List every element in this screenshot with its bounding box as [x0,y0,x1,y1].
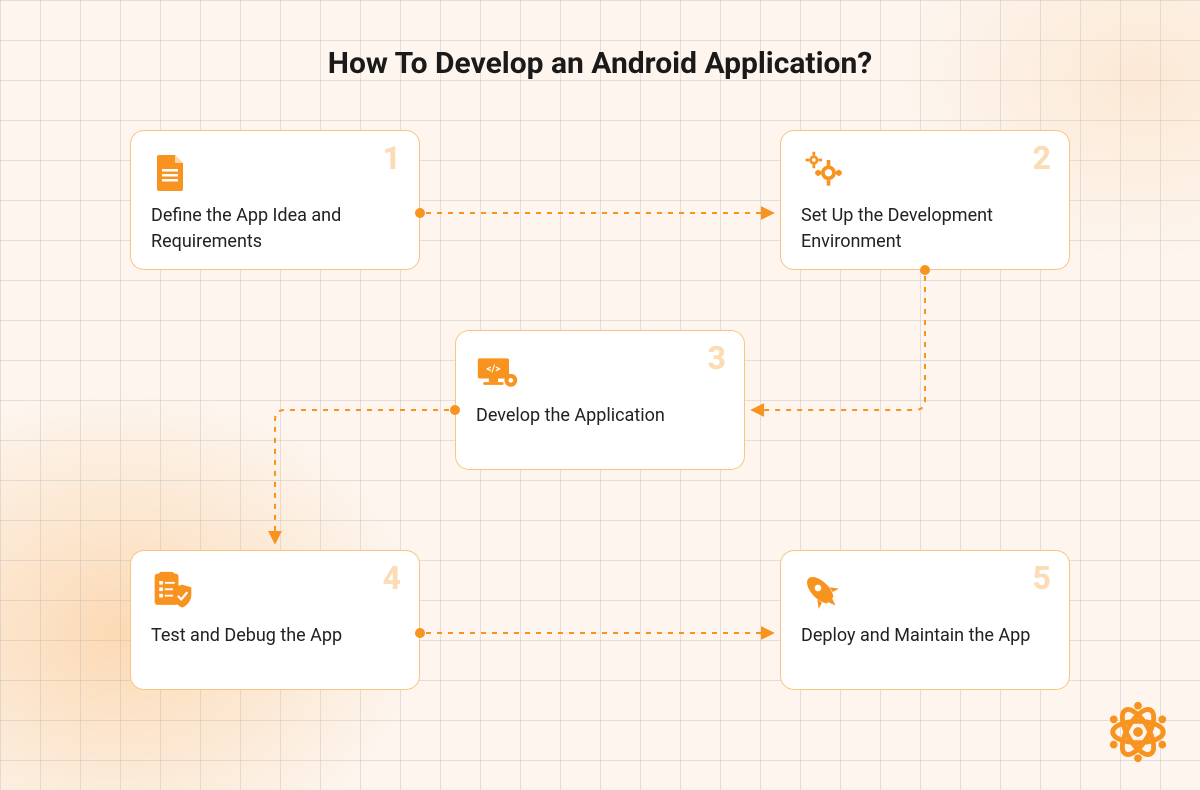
svg-text:</>: </> [486,364,500,375]
step-number: 5 [1033,559,1051,597]
gears-icon [801,149,845,193]
step-number: 3 [708,339,726,377]
step-label: Deploy and Maintain the App [801,623,1049,649]
dev-screen-icon: </> [476,349,520,393]
step-card-2: 2 Set Up the Development E [780,130,1070,270]
step-label: Define the App Idea and Requirements [151,203,399,255]
test-shield-icon [151,569,195,613]
rocket-icon [801,569,845,613]
step-number: 2 [1033,139,1051,177]
document-icon [151,149,195,193]
diagram-title: How To Develop an Android Application? [0,46,1200,81]
step-number: 4 [383,559,401,597]
step-label: Test and Debug the App [151,623,399,649]
step-card-1: 1 Define the App Idea and Requirements [130,130,420,270]
brand-logo-icon [1104,698,1172,766]
step-label: Develop the Application [476,403,724,429]
step-card-5: 5 Deploy and Maintain the App [780,550,1070,690]
step-card-3: 3 </> Develop the Application [455,330,745,470]
step-number: 1 [383,139,401,177]
step-label: Set Up the Development Environment [801,203,1049,255]
step-card-4: 4 Test and Debug the App [130,550,420,690]
